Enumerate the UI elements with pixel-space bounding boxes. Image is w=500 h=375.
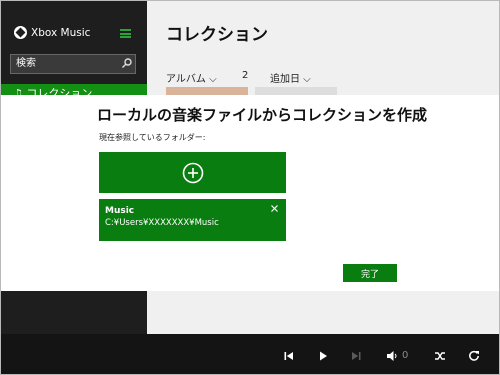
player-bar <box>1 334 499 374</box>
search-icon[interactable] <box>121 57 133 69</box>
search-input[interactable]: 検索 <box>10 54 136 74</box>
xbox-music-window: Xbox Music 検索 ♫ コレクション コレクション アルバム ⌵ 2 追… <box>0 0 500 375</box>
folder-path: C:¥Users¥XXXXXXX¥Music <box>105 218 219 228</box>
close-icon[interactable] <box>271 205 278 212</box>
shuffle-icon[interactable] <box>434 350 446 362</box>
dialog-subtitle: 現在参照しているフォルダー: <box>99 133 206 142</box>
page-title: コレクション <box>166 25 268 45</box>
dialog-title: ローカルの音楽ファイルからコレクションを作成 <box>97 106 428 124</box>
folder-name: Music <box>105 206 135 216</box>
album-filter[interactable]: アルバム ⌵ <box>166 70 217 85</box>
app-name: Xbox Music <box>31 26 91 39</box>
next-icon <box>352 352 361 360</box>
play-icon[interactable] <box>317 350 329 362</box>
done-button[interactable]: 完了 <box>343 264 397 282</box>
sort-added-filter[interactable]: 追加日 ⌵ <box>270 70 311 85</box>
add-folder-button[interactable] <box>99 152 286 193</box>
app-logo[interactable]: Xbox Music <box>14 26 90 39</box>
album-tile[interactable] <box>166 87 248 95</box>
volume-level: 0 <box>402 350 409 361</box>
item-count: 2 <box>242 70 249 81</box>
xbox-logo-icon <box>14 26 27 39</box>
album-tile[interactable] <box>255 87 337 95</box>
folder-item[interactable]: Music C:¥Users¥XXXXXXX¥Music <box>99 199 286 241</box>
previous-icon[interactable] <box>283 350 295 362</box>
menu-icon[interactable] <box>120 29 131 38</box>
repeat-icon[interactable] <box>468 350 480 362</box>
volume-icon[interactable] <box>386 350 398 362</box>
plus-circle-icon <box>182 162 203 183</box>
